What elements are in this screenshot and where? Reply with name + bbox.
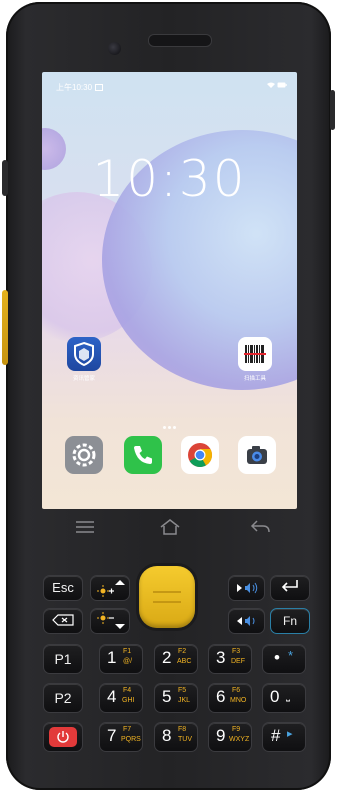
key-letters-label: * <box>288 648 294 663</box>
dot-star-key[interactable]: • * <box>262 644 306 674</box>
shield-icon <box>67 337 101 371</box>
p2-key-label: P2 <box>54 690 72 706</box>
key-function-label: F5 <box>178 687 187 694</box>
key-letters-label: ABC <box>177 658 192 665</box>
volume-down-key[interactable] <box>228 608 265 634</box>
calendar-icon <box>95 84 104 91</box>
key-number: # <box>271 726 281 745</box>
camera-app[interactable] <box>237 436 277 474</box>
front-camera <box>108 42 121 55</box>
key-number: 0 <box>270 687 280 706</box>
earpiece-speaker <box>148 34 212 47</box>
key-2[interactable]: 2 F2 ABC <box>154 644 198 674</box>
brightness-up-key[interactable] <box>90 575 130 601</box>
fn-key-label: Fn <box>282 614 297 628</box>
key-number: • <box>274 648 280 667</box>
phone-app[interactable] <box>123 436 163 474</box>
status-time-text: 上午10:30 <box>56 83 93 92</box>
key-1[interactable]: 1 F1 @/ <box>99 644 143 674</box>
key-function-label: F3 <box>232 648 241 655</box>
screen: 上午10:30 10:30 资讯管家 扫描工具 <box>42 72 297 509</box>
page-indicator <box>162 416 177 434</box>
status-icons <box>266 81 287 90</box>
key-7[interactable]: 7 F7 PQRS <box>99 722 143 752</box>
home-button[interactable] <box>157 518 183 540</box>
p2-key[interactable]: P2 <box>43 683 83 713</box>
app-label: 资讯管家 <box>72 376 95 382</box>
key-letters-label: WXYZ <box>229 736 250 743</box>
p1-key-label: P1 <box>54 651 72 667</box>
key-number: 4 <box>107 687 117 706</box>
key-3[interactable]: 3 F3 DEF <box>208 644 252 674</box>
barcode-icon <box>238 337 272 371</box>
app-label: 扫描工具 <box>243 376 266 382</box>
key-function-label: F9 <box>232 726 241 733</box>
back-button[interactable] <box>247 518 273 540</box>
status-time: 上午10:30 <box>56 82 104 93</box>
left-volume-button[interactable] <box>2 160 8 196</box>
key-letters-label: DEF <box>231 658 245 665</box>
key-letters-label: ⎵ <box>286 691 290 702</box>
volume-up-key[interactable] <box>228 575 265 601</box>
key-number: 2 <box>162 648 172 667</box>
left-scan-side-button[interactable] <box>2 290 8 365</box>
key-letters-label: PQRS <box>121 736 141 743</box>
phone-icon <box>124 436 162 474</box>
settings-icon <box>65 436 103 474</box>
wifi-icon <box>266 81 277 90</box>
key-5[interactable]: 5 F5 JKL <box>154 683 198 713</box>
key-0[interactable]: 0 ⎵ <box>262 683 306 713</box>
right-power-button[interactable] <box>330 90 335 130</box>
key-letters-label: GHI <box>122 697 135 704</box>
key-number: 5 <box>162 687 172 706</box>
p1-key[interactable]: P1 <box>43 644 83 674</box>
key-number: 6 <box>216 687 226 706</box>
power-icon <box>49 727 77 747</box>
key-letters-label: JKL <box>178 697 191 704</box>
key-number: 7 <box>107 726 117 745</box>
navigation-bar <box>42 515 297 543</box>
power-key[interactable] <box>43 722 83 752</box>
key-number: 8 <box>162 726 172 745</box>
key-letters-label: MNO <box>230 697 247 704</box>
chrome-icon <box>181 436 219 474</box>
esc-key-label: Esc <box>52 580 74 595</box>
key-number: 3 <box>216 648 226 667</box>
chrome-app[interactable] <box>180 436 220 474</box>
key-8[interactable]: 8 F8 TUV <box>154 722 198 752</box>
key-function-label: F4 <box>123 687 132 694</box>
key-function-label: F2 <box>178 648 187 655</box>
shield-app[interactable]: 资讯管家 <box>64 337 104 382</box>
key-letters-label: ▸ <box>287 728 293 740</box>
key-function-label: F7 <box>123 726 132 733</box>
settings-app[interactable] <box>64 436 104 474</box>
backspace-key[interactable] <box>43 608 83 634</box>
key-function-label: F8 <box>178 726 187 733</box>
lock-clock: 10:30 <box>92 150 247 208</box>
esc-key[interactable]: Esc <box>43 575 83 601</box>
barcode-app[interactable]: 扫描工具 <box>235 337 275 382</box>
hash-key[interactable]: # ▸ <box>262 722 306 752</box>
key-function-label: F1 <box>123 648 132 655</box>
scan-trigger-button[interactable] <box>139 566 195 628</box>
key-6[interactable]: 6 F6 MNO <box>208 683 252 713</box>
battery-icon <box>277 81 287 90</box>
brightness-down-key[interactable] <box>90 608 130 634</box>
key-number: 1 <box>107 648 117 667</box>
key-function-label: F6 <box>232 687 241 694</box>
camera-icon <box>238 436 276 474</box>
fn-key[interactable]: Fn <box>270 608 310 634</box>
key-4[interactable]: 4 F4 GHI <box>99 683 143 713</box>
key-number: 9 <box>216 726 226 745</box>
key-9[interactable]: 9 F9 WXYZ <box>208 722 252 752</box>
enter-key[interactable] <box>270 575 310 601</box>
menu-button[interactable] <box>72 518 98 540</box>
key-letters-label: TUV <box>178 736 192 743</box>
key-letters-label: @/ <box>123 658 133 665</box>
